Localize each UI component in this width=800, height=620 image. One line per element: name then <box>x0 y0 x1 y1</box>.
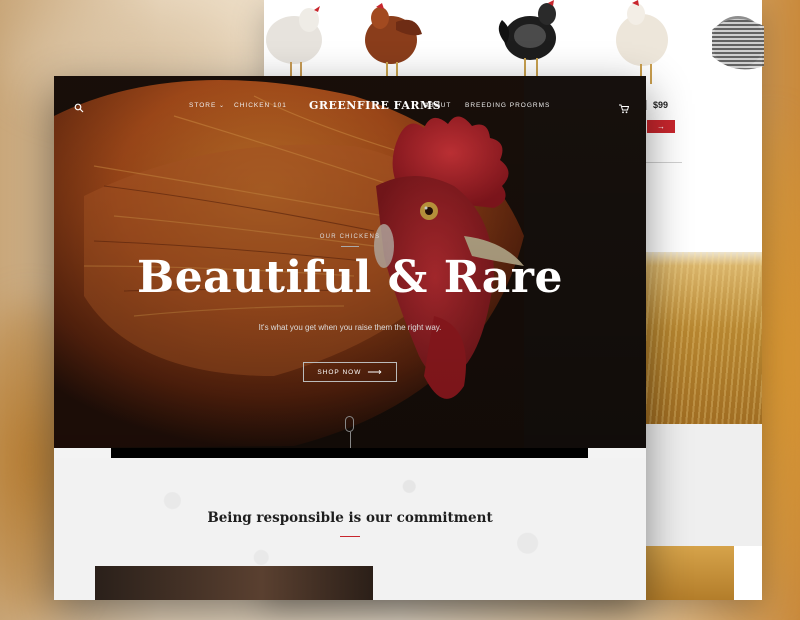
arrow-right-icon: → <box>657 122 665 131</box>
chicken-image-cream[interactable] <box>610 0 680 86</box>
cart-icon[interactable] <box>619 101 630 114</box>
shop-now-button[interactable]: SHOP NOW ⟶ <box>303 362 397 382</box>
gray-section <box>646 424 762 546</box>
hero-section: STORE ⌄ CHICKEN 101 GREENFIRE FARMS ABOU… <box>54 76 646 448</box>
chevron-down-icon: ⌄ <box>216 103 225 109</box>
top-navigation: STORE ⌄ CHICKEN 101 GREENFIRE FARMS ABOU… <box>54 98 646 118</box>
scroll-mouse-icon[interactable] <box>345 416 354 432</box>
section-title: Being responsible is our commitment <box>207 510 493 526</box>
commitment-section: Being responsible is our commitment <box>54 458 646 600</box>
nav-store-label: STORE <box>189 102 217 109</box>
nav-store[interactable]: STORE ⌄ <box>189 102 225 109</box>
commitment-photo <box>95 566 373 600</box>
wheat-texture <box>646 252 762 424</box>
price-label: $99 <box>653 100 669 110</box>
add-to-cart-button[interactable]: → <box>647 120 675 133</box>
chicken-image-white[interactable] <box>264 0 334 80</box>
chicken-image-brown[interactable] <box>356 0 426 80</box>
hero-headline: Beautiful & Rare <box>137 252 563 303</box>
hero-eyebrow: OUR CHICKENS <box>319 234 381 240</box>
hero-subline: It's what you get when you raise them th… <box>258 323 442 332</box>
shop-now-label: SHOP NOW <box>317 368 362 376</box>
nav-about[interactable]: ABOUT <box>424 102 451 109</box>
brand-logo[interactable]: GREENFIRE FARMS <box>309 99 441 112</box>
divider <box>646 162 682 163</box>
wheat-field-image <box>646 252 762 424</box>
search-icon[interactable] <box>74 100 84 113</box>
front-page-card: STORE ⌄ CHICKEN 101 GREENFIRE FARMS ABOU… <box>54 76 646 600</box>
price-separator <box>646 100 647 110</box>
nav-chicken-101[interactable]: CHICKEN 101 <box>234 102 287 109</box>
hero-bottom-bar <box>111 448 588 458</box>
chicken-image-black[interactable] <box>492 0 572 80</box>
scroll-indicator-line <box>350 432 351 448</box>
price-row: $99 <box>646 100 668 110</box>
arrow-right-icon: ⟶ <box>367 366 383 378</box>
chicken-image-gray[interactable] <box>704 0 764 80</box>
section-title-underline <box>340 536 360 537</box>
eyebrow-divider <box>341 246 359 247</box>
straw-image <box>646 546 734 600</box>
nav-breeding-programs[interactable]: BREEDING PROGRMS <box>465 102 550 109</box>
